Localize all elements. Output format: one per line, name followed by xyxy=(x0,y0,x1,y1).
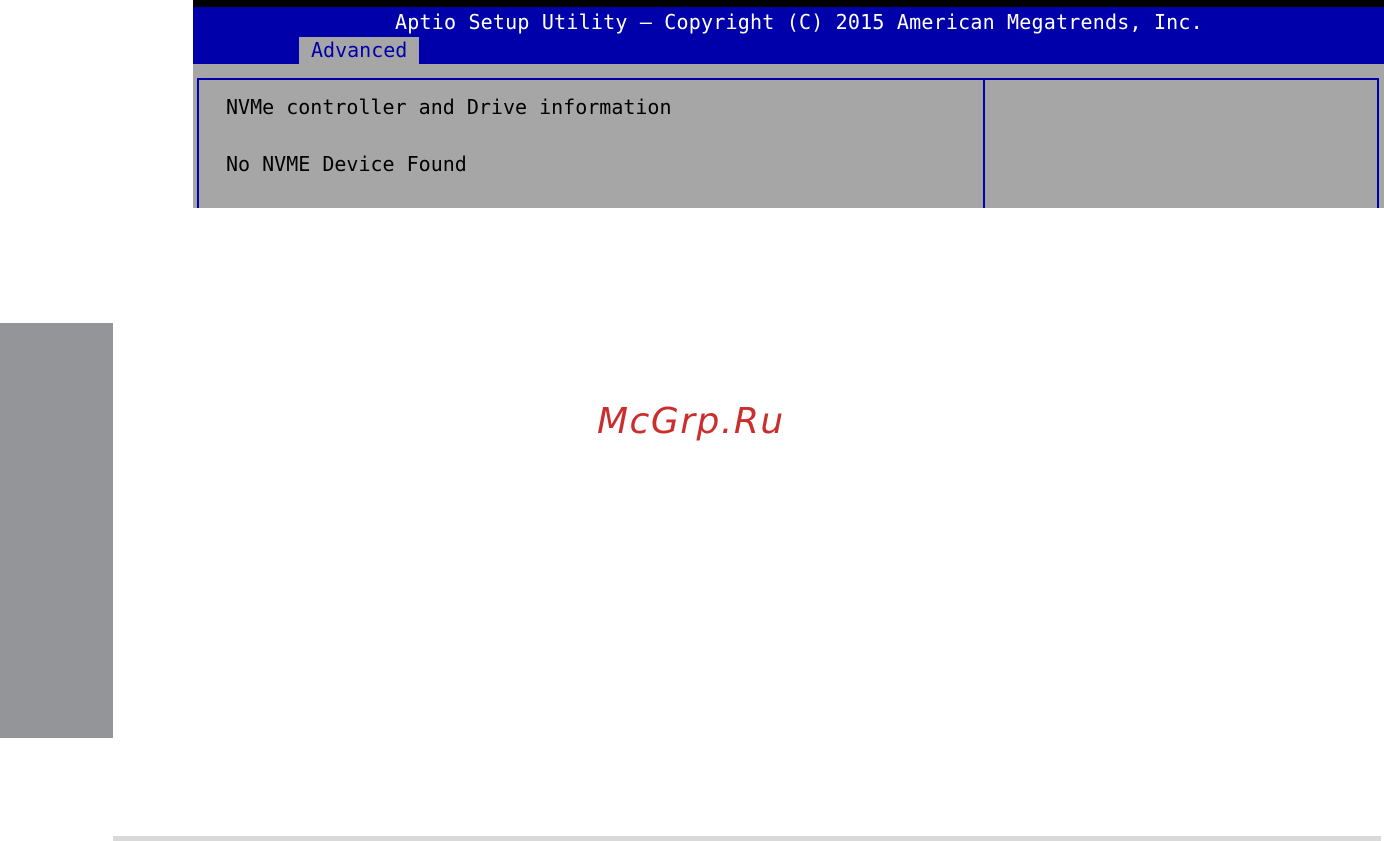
bios-help-panel xyxy=(983,78,1379,208)
bios-title: Aptio Setup Utility – Copyright (C) 2015… xyxy=(395,10,1203,34)
watermark: McGrp.Ru xyxy=(597,401,785,442)
chapter-side-tab xyxy=(0,323,113,738)
bios-top-strip xyxy=(193,0,1384,7)
nvme-info-heading: NVMe controller and Drive information xyxy=(226,95,672,119)
bottom-divider xyxy=(113,836,1381,841)
bios-header-bar: Aptio Setup Utility – Copyright (C) 2015… xyxy=(193,7,1384,64)
nvme-status-text: No NVME Device Found xyxy=(226,152,467,176)
bios-screen: Aptio Setup Utility – Copyright (C) 2015… xyxy=(193,0,1384,208)
tab-advanced[interactable]: Advanced xyxy=(299,37,420,64)
